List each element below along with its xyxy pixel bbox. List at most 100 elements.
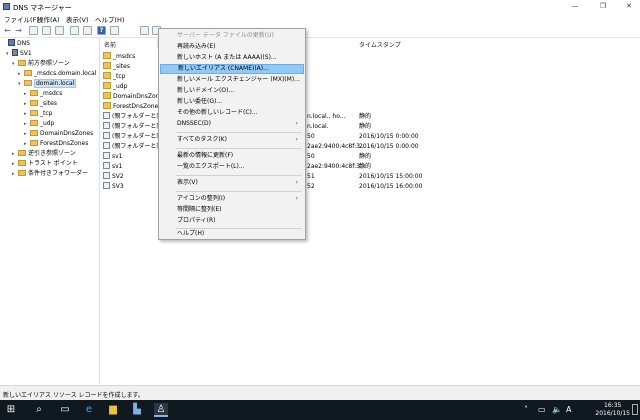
menu-item-refresh[interactable]: 最新の情報に更新(F): [160, 151, 304, 161]
server-manager-icon[interactable]: ▙: [130, 403, 144, 417]
tree-item-label: DomainDnsZones: [40, 130, 94, 137]
menu-view[interactable]: 表示(V): [66, 14, 89, 24]
tree-item-forestdnszones[interactable]: ▸ ForestDnsZones: [24, 139, 88, 149]
tree-item-reverse-zones[interactable]: ▸ 逆引き参照ゾーン: [12, 149, 76, 159]
file-explorer-icon[interactable]: ▆: [106, 403, 120, 417]
tree-item-label: 前方参照ゾーン: [28, 60, 70, 67]
column-header-timestamp[interactable]: タイムスタンプ: [359, 40, 401, 49]
menu-file[interactable]: ファイル(F): [4, 14, 39, 24]
menu-item-help[interactable]: ヘルプ(H): [160, 229, 304, 239]
network-icon[interactable]: ▭: [538, 405, 546, 414]
table-row[interactable]: SV3: [103, 182, 124, 191]
dns-manager-taskbar-icon[interactable]: ♙: [154, 403, 168, 417]
ime-indicator[interactable]: A: [566, 405, 571, 414]
tree-item-sites[interactable]: ▸ _sites: [24, 99, 57, 109]
back-arrow-icon[interactable]: ←: [3, 26, 12, 35]
menu-item-all-tasks[interactable]: すべてのタスク(K) ›: [160, 135, 304, 145]
up-level-icon[interactable]: [29, 26, 38, 35]
menu-item-properties[interactable]: プロパティ(R): [160, 216, 304, 226]
tree-item-tcp[interactable]: ▸ _tcp: [24, 109, 52, 119]
table-row[interactable]: SV2: [103, 172, 124, 181]
minimize-button[interactable]: —: [566, 0, 584, 13]
menu-help[interactable]: ヘルプ(H): [95, 14, 124, 24]
tree-item-sv1[interactable]: ▾ SV1: [6, 49, 32, 59]
expand-tray-icon[interactable]: ˄: [524, 405, 528, 414]
record-timestamp: 2016/10/15 0:00:00: [359, 133, 419, 140]
record-name: sv1: [112, 163, 123, 170]
tree-item-label: _msdcs.domain.local: [34, 70, 97, 77]
maximize-button[interactable]: ❐: [594, 0, 612, 13]
tree-item-msdcs[interactable]: ▸ _msdcs: [24, 89, 62, 99]
tree-item-domain-local[interactable]: ▾ domain.local: [18, 79, 77, 89]
view-icon[interactable]: [110, 26, 119, 35]
delete-icon[interactable]: [70, 26, 79, 35]
folder-icon: [103, 52, 111, 59]
folder-icon: [24, 80, 32, 86]
list-item[interactable]: _tcp: [103, 72, 125, 81]
edge-browser-icon[interactable]: e: [82, 403, 96, 417]
menu-item-line-up-icons[interactable]: 等間隔に整列(E): [160, 205, 304, 215]
search-icon[interactable]: ⌕: [32, 403, 46, 417]
menu-item-dnssec[interactable]: DNSSEC(D) ›: [160, 119, 304, 129]
tree-item-label: _sites: [40, 100, 57, 107]
list-item[interactable]: _udp: [103, 82, 127, 91]
submenu-arrow-icon: ›: [295, 195, 298, 202]
list-item[interactable]: DomainDnsZones: [103, 92, 166, 101]
table-row[interactable]: sv1: [103, 152, 123, 161]
volume-icon[interactable]: 🔈: [552, 405, 562, 414]
tree-item-forward-zones[interactable]: ▾ 前方参照ゾーン: [12, 59, 70, 69]
show-tree-icon[interactable]: [42, 26, 51, 35]
clock[interactable]: 16:35 2016/10/15: [595, 402, 630, 418]
task-view-icon[interactable]: ▭: [58, 403, 72, 417]
menu-item-label: アイコンの整列(I): [177, 195, 226, 202]
column-header-name[interactable]: 名前: [104, 40, 116, 49]
tree-item-label: _tcp: [40, 110, 53, 117]
help-icon[interactable]: ?: [97, 26, 106, 35]
tree-item-dns[interactable]: DNS: [2, 39, 30, 49]
record-data: 50: [307, 153, 315, 160]
new-record-icon[interactable]: [140, 26, 149, 35]
tree-item-msdcs-zone[interactable]: ▸ _msdcs.domain.local: [18, 69, 96, 79]
close-button[interactable]: ✕: [620, 0, 638, 13]
record-name: ForestDnsZones: [113, 103, 162, 110]
action-center-icon[interactable]: [632, 404, 638, 415]
folder-icon: [24, 70, 32, 76]
menu-item-arrange-icons[interactable]: アイコンの整列(I) ›: [160, 194, 304, 204]
menu-item-new-domain[interactable]: 新しいドメイン(O)...: [160, 86, 304, 96]
tree-item-trust-points[interactable]: ▸ トラスト ポイント: [12, 159, 78, 169]
table-row[interactable]: sv1: [103, 162, 123, 171]
tree-item-label: 条件付きフォワーダー: [28, 170, 89, 177]
list-item[interactable]: _msdcs: [103, 52, 135, 61]
dns-manager-window: DNS マネージャー — ❐ ✕ ファイル(F) 操作(A) 表示(V) ヘルプ…: [0, 0, 640, 400]
folder-icon: [30, 100, 38, 106]
menu-separator: [176, 148, 302, 149]
tree-item-conditional-forwarders[interactable]: ▸ 条件付きフォワーダー: [12, 169, 88, 179]
forward-arrow-icon[interactable]: →: [14, 26, 23, 35]
menu-item-other-new-records[interactable]: その他の新しいレコード(C)...: [160, 108, 304, 118]
record-icon: [103, 162, 110, 169]
folder-icon: [103, 72, 111, 79]
list-item[interactable]: _sites: [103, 62, 130, 71]
export-icon[interactable]: [83, 26, 92, 35]
record-timestamp: 2016/10/15 16:00:00: [359, 183, 423, 190]
menu-action[interactable]: 操作(A): [37, 14, 60, 24]
server-icon: [12, 49, 18, 56]
menu-item-reload[interactable]: 再読み込み(E): [160, 42, 304, 52]
menu-item-export-list[interactable]: 一覧のエクスポート(L)...: [160, 162, 304, 172]
start-windows-icon[interactable]: ⊞: [4, 403, 18, 417]
menu-item-new-alias[interactable]: 新しいエイリアス (CNAME)(A)...: [160, 64, 304, 74]
record-data: 2ae2:9400:4c8f:3...: [307, 143, 366, 150]
properties-icon[interactable]: [55, 26, 64, 35]
menu-item-new-mail-exchanger[interactable]: 新しいメール エクスチェンジャー (MX)(M)...: [160, 75, 304, 85]
tree-item-domaindnszones[interactable]: ▸ DomainDnsZones: [24, 129, 93, 139]
menu-item-new-host[interactable]: 新しいホスト (A または AAAA)(S)...: [160, 53, 304, 63]
record-icon: [103, 112, 110, 119]
menu-item-view[interactable]: 表示(V) ›: [160, 178, 304, 188]
record-name: SV2: [112, 173, 124, 180]
menu-item-new-delegation[interactable]: 新しい委任(G)...: [160, 97, 304, 107]
list-item[interactable]: ForestDnsZones: [103, 102, 161, 111]
tree-item-udp[interactable]: ▸ _udp: [24, 119, 54, 129]
record-timestamp: 静的: [359, 113, 372, 120]
tree-item-label: DNS: [17, 40, 30, 47]
dns-manager-icon: [3, 3, 10, 10]
